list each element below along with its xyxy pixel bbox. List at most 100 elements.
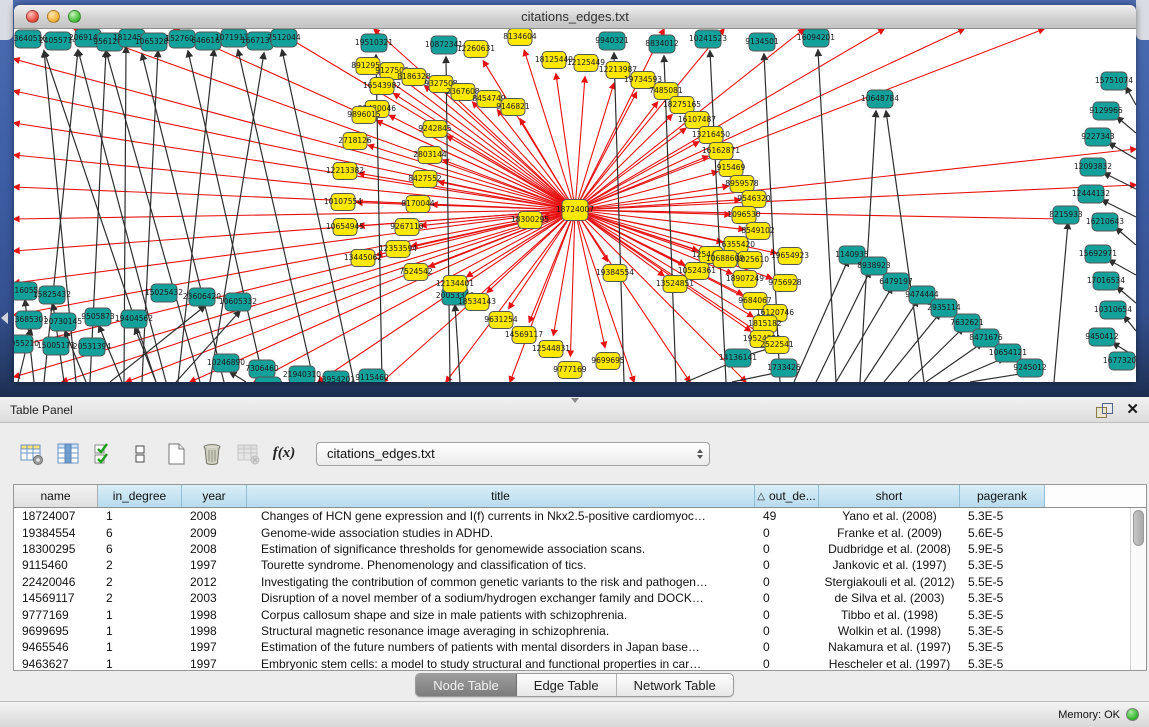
graph-node-label: 13954201 [317, 375, 355, 382]
float-panel-icon[interactable] [1096, 403, 1112, 417]
column-header-pagerank[interactable]: pagerank [960, 485, 1045, 507]
table-panel-titlebar: Table Panel ✕ [0, 397, 1149, 423]
network-window: citations_edges.txt 23640516240557142069… [14, 5, 1136, 382]
table-mode-button[interactable] [18, 440, 46, 468]
graph-node-label: 16210643 [1086, 217, 1124, 226]
graph-node-label: 20730145 [44, 317, 82, 326]
network-window-titlebar[interactable]: citations_edges.txt [14, 5, 1136, 29]
memory-status-label: Memory: OK [1058, 709, 1120, 721]
graph-node-label: 12444132 [1072, 189, 1110, 198]
column-header-short[interactable]: short [819, 485, 960, 507]
graph-node-label: 9242845 [418, 124, 452, 133]
graph-node-label: 16094201 [797, 33, 835, 42]
graph-node-label: 9699695 [591, 356, 625, 365]
graph-node-label: 1815182 [748, 319, 782, 328]
graph-node-label: 8170044 [401, 199, 435, 208]
graph-node-label: 12213382 [326, 166, 364, 175]
graph-node-label: 9777169 [553, 365, 587, 374]
graph-node-label: 8834012 [645, 39, 679, 48]
graph-node-label: 8427552 [408, 174, 442, 183]
zoom-window-icon[interactable] [68, 10, 81, 23]
graph-node-label: 10310654 [1094, 305, 1132, 314]
graph-node-label: 15825432 [33, 290, 71, 299]
graph-node-label: 16773201 [1103, 356, 1136, 365]
delete-column-button[interactable] [198, 440, 226, 468]
graph-node-label: 9474444 [905, 290, 939, 299]
function-builder-button[interactable]: f(x) [270, 440, 298, 468]
graph-node-label: 12260631 [457, 44, 495, 53]
app-window-corner-left [0, 0, 13, 40]
delete-table-icon [235, 441, 261, 467]
network-canvas[interactable]: 2364051624055714206914069561204181245301… [14, 29, 1136, 382]
table-row[interactable]: 2242004622012 Investigating the contribu… [14, 574, 1146, 590]
new-document-icon [163, 441, 189, 467]
graph-node-label: 10688609 [706, 254, 744, 263]
table-tabs: Node TableEdge TableNetwork Table [0, 673, 1149, 697]
table-select-dropdown[interactable]: citations_edges.txt [316, 442, 710, 466]
column-header-in-degree[interactable]: in_degree [98, 485, 182, 507]
table-row[interactable]: 1872400712008 Changes of HCN gene expres… [14, 508, 1146, 524]
graph-node-label: 7524542 [399, 267, 433, 276]
panel-resize-handle-icon[interactable] [571, 398, 579, 403]
table-row[interactable]: 1456911722003 Disruption of a novel memb… [14, 590, 1146, 606]
graph-node-label: 21940310 [283, 370, 321, 379]
memory-status-icon [1126, 708, 1139, 721]
graph-node-label: 10654121 [989, 348, 1027, 357]
minimize-window-icon[interactable] [47, 10, 60, 23]
graph-node-label: 16543982 [363, 81, 401, 90]
graph-node-label: 12544831 [532, 344, 570, 353]
column-header-year[interactable]: year [182, 485, 247, 507]
graph-node-label: 16055210 [14, 339, 39, 348]
column-header-name[interactable]: name [14, 485, 98, 507]
select-rows-button[interactable] [90, 440, 118, 468]
graph-node-label: 16162871 [702, 146, 740, 155]
table-row[interactable]: 1938455462009 Genome-wide association st… [14, 524, 1146, 540]
table-scrollbar[interactable] [1130, 508, 1146, 670]
graph-node-label: 9684067 [738, 296, 772, 305]
table-column-icon [55, 441, 81, 467]
tab-edge-table[interactable]: Edge Table [517, 674, 617, 696]
delete-table-button[interactable] [234, 440, 262, 468]
trash-icon [199, 441, 225, 467]
table-row[interactable]: 946554611997 Estimation of the future nu… [14, 639, 1146, 655]
graph-node-label: 9756928 [768, 278, 802, 287]
graph-node-label: 9505873 [81, 312, 115, 321]
graph-node-label: 10107554 [324, 197, 362, 206]
graph-node-label: 7512044 [267, 33, 301, 42]
close-panel-icon[interactable]: ✕ [1126, 403, 1139, 417]
table-scrollbar-thumb[interactable] [1133, 510, 1144, 546]
graph-node-label: 12213987 [599, 65, 637, 74]
tab-network-table[interactable]: Network Table [617, 674, 733, 696]
tab-node-table[interactable]: Node Table [416, 674, 517, 696]
graph-node-label: 9115460 [355, 373, 389, 382]
graph-node-label: 19654923 [771, 251, 809, 260]
graph-node-label: 13216450 [692, 130, 730, 139]
graph-node-label: 6479197 [879, 277, 913, 286]
table-row[interactable]: 911546021997 Tourette syndrome. Phenomen… [14, 557, 1146, 573]
graph-node-label: 9146821 [496, 102, 530, 111]
graph-node-label: 10648784 [861, 94, 899, 103]
graph-node-label: 8215933 [1049, 210, 1083, 219]
column-header-out-de-[interactable]: △out_de... [755, 485, 819, 507]
table-row[interactable]: 1830029562008 Estimation of significance… [14, 541, 1146, 557]
table-header-row: namein_degreeyeartitle△out_de...shortpag… [14, 485, 1146, 508]
graph-node-label: 2718126 [338, 136, 372, 145]
checkmarks-icon [92, 441, 116, 467]
graph-node-label: 9546320 [737, 194, 771, 203]
graph-node-label: 10605332 [219, 297, 257, 306]
row-height-button[interactable] [126, 440, 154, 468]
new-column-button[interactable] [162, 440, 190, 468]
column-header-title[interactable]: title [247, 485, 755, 507]
show-column-button[interactable] [54, 440, 82, 468]
graph-node-label: 17016534 [1087, 276, 1125, 285]
close-window-icon[interactable] [26, 10, 39, 23]
table-row[interactable]: 946362711997 Embryonic stem cells: a mod… [14, 656, 1146, 670]
graph-node-label: 19384554 [596, 268, 634, 277]
panel-divider-arrow-icon[interactable] [1, 312, 8, 324]
table-row[interactable]: 977716911998 Corpus callosum shape and s… [14, 606, 1146, 622]
citation-network-graph[interactable]: 2364051624055714206914069561204181245301… [14, 29, 1136, 382]
graph-node-label: 15025432 [145, 288, 183, 297]
graph-node-label: 9267110 [390, 222, 424, 231]
graph-node-label: 15692971 [1079, 249, 1117, 258]
table-row[interactable]: 969969511998 Structural magnetic resonan… [14, 623, 1146, 639]
